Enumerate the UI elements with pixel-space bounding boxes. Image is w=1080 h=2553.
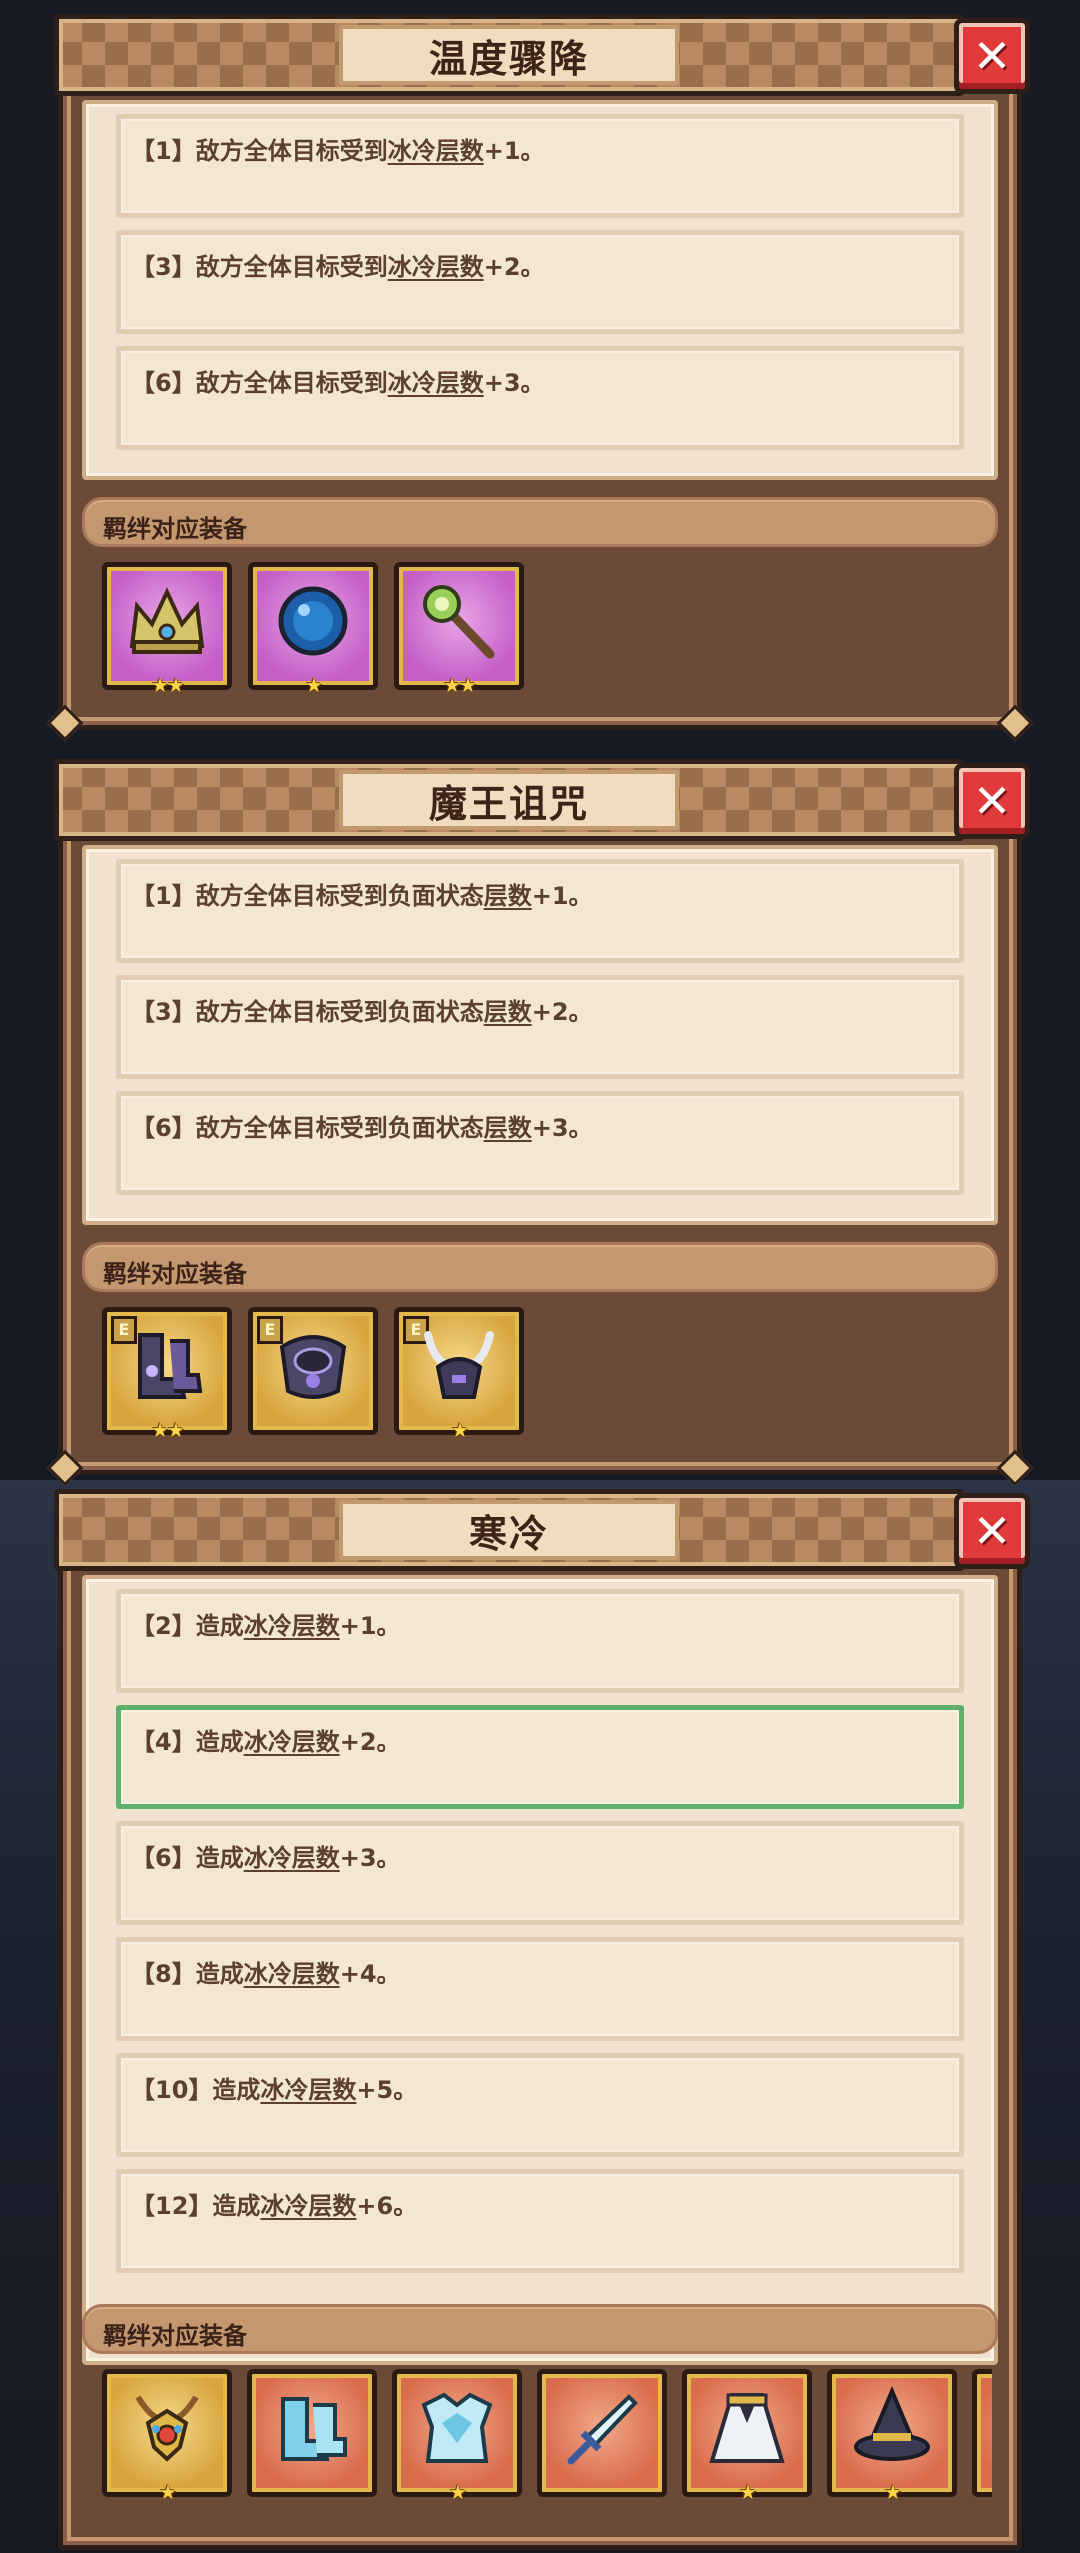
effect-text: 【8】造成冰冷层数+4。 [131, 1960, 401, 1988]
star-rating: ★ [739, 2480, 757, 2504]
effect-text: 【2】造成冰冷层数+1。 [131, 1612, 401, 1640]
effect-entry-active[interactable]: 【4】造成冰冷层数+2。 [116, 1705, 964, 1809]
bond-panel-3: 寒冷 ✕ 【2】造成冰冷层数+1。 【4】造成冰冷层数+2。 【6】造成冰冷层数… [54, 1475, 1030, 2550]
effect-entry[interactable]: 【10】造成冰冷层数+5。 [116, 2053, 964, 2157]
equipment-header: 羁绊对应装备 [82, 2304, 998, 2354]
bond-panel-1: 温度骤降 ✕ 【1】敌方全体目标受到冰冷层数+1。 【3】敌方全体目标受到冰冷层… [46, 0, 1034, 742]
star-rating: ★★ [151, 1418, 185, 1442]
boots-icon [138, 1333, 203, 1400]
equipment-slot[interactable]: ★ [102, 2369, 232, 2504]
star-rating: ★★ [443, 673, 477, 697]
effect-entry[interactable]: 【12】造成冰冷层数+6。 [116, 2169, 964, 2273]
equipment-slot-partial[interactable] [972, 2369, 992, 2497]
equipment-label: 羁绊对应装备 [103, 515, 247, 543]
close-icon: ✕ [972, 774, 1012, 828]
equipment-row: ★ ★ ★ ★ [88, 2355, 992, 2546]
equipment-slot[interactable]: E ★ [394, 1307, 524, 1442]
equipment-header: 羁绊对应装备 [82, 497, 998, 547]
effect-text: 【4】造成冰冷层数+2。 [131, 1728, 401, 1756]
star-rating: ★ [451, 1418, 469, 1442]
equipment-slot[interactable] [537, 2369, 667, 2497]
equipment-label: 羁绊对应装备 [103, 2322, 247, 2350]
effect-text: 【10】造成冰冷层数+5。 [131, 2076, 418, 2104]
scepter-icon [423, 585, 495, 659]
effect-entry[interactable]: 【1】敌方全体目标受到负面状态层数+1。 [116, 859, 964, 963]
star-rating: ★★ [151, 673, 185, 697]
effect-entry[interactable]: 【8】造成冰冷层数+4。 [116, 1937, 964, 2041]
effect-text: 【6】敌方全体目标受到负面状态层数+3。 [131, 1114, 593, 1142]
effect-list: 【1】敌方全体目标受到负面状态层数+1。 【3】敌方全体目标受到负面状态层数+2… [82, 845, 998, 1225]
crown-icon [129, 587, 205, 655]
bond-panel-2: 魔王诅咒 ✕ 【1】敌方全体目标受到负面状态层数+1。 【3】敌方全体目标受到负… [46, 745, 1034, 1487]
star-rating: ★ [305, 673, 323, 697]
effect-list: 【2】造成冰冷层数+1。 【4】造成冰冷层数+2。 【6】造成冰冷层数+3。 【… [82, 1575, 998, 2365]
star-rating: ★ [884, 2480, 902, 2504]
effect-text: 【12】造成冰冷层数+6。 [131, 2192, 418, 2220]
star-rating: ★ [449, 2480, 467, 2504]
effect-entry[interactable]: 【1】敌方全体目标受到冰冷层数+1。 [116, 114, 964, 218]
orb-icon [278, 586, 348, 656]
panel-title: 魔王诅咒 [428, 781, 589, 826]
equipment-slot[interactable]: E [248, 1307, 378, 1435]
close-button[interactable]: ✕ [954, 18, 1030, 94]
effect-entry[interactable]: 【6】敌方全体目标受到冰冷层数+3。 [116, 346, 964, 450]
helmet-icon [424, 1331, 494, 1400]
effect-entry[interactable]: 【3】敌方全体目标受到负面状态层数+2。 [116, 975, 964, 1079]
equipment-slot[interactable]: ★★ [394, 562, 524, 697]
title-bar: 温度骤降 [54, 14, 964, 96]
armor-icon [279, 1335, 347, 1400]
effect-list: 【1】敌方全体目标受到冰冷层数+1。 【3】敌方全体目标受到冰冷层数+2。 【6… [82, 100, 998, 480]
close-button[interactable]: ✕ [954, 763, 1030, 839]
close-icon: ✕ [972, 1504, 1012, 1558]
equipment-slot[interactable]: ★ [682, 2369, 812, 2504]
effect-entry[interactable]: 【6】造成冰冷层数+3。 [116, 1821, 964, 1925]
equipment-slot[interactable] [247, 2369, 377, 2497]
effect-text: 【3】敌方全体目标受到负面状态层数+2。 [131, 998, 593, 1026]
amulet-icon [135, 2395, 199, 2462]
equipment-slot[interactable]: ★ [248, 562, 378, 697]
effect-text: 【6】敌方全体目标受到冰冷层数+3。 [131, 369, 545, 397]
wizard-hat-icon [854, 2386, 930, 2462]
equipment-slot[interactable]: ★★ [102, 562, 232, 697]
close-icon: ✕ [972, 29, 1012, 83]
equipment-header: 羁绊对应装备 [82, 1242, 998, 1292]
equipment-label: 羁绊对应装备 [103, 1260, 247, 1288]
title-plate: 魔王诅咒 [339, 770, 679, 830]
effect-text: 【1】敌方全体目标受到负面状态层数+1。 [131, 882, 593, 910]
equipment-slot[interactable]: E ★★ [102, 1307, 232, 1442]
effect-text: 【6】造成冰冷层数+3。 [131, 1844, 401, 1872]
close-button[interactable]: ✕ [954, 1493, 1030, 1569]
effect-text: 【3】敌方全体目标受到冰冷层数+2。 [131, 253, 545, 281]
title-plate: 寒冷 [339, 1500, 679, 1560]
effect-entry[interactable]: 【6】敌方全体目标受到负面状态层数+3。 [116, 1091, 964, 1195]
title-bar: 寒冷 [54, 1489, 964, 1571]
effect-entry[interactable]: 【2】造成冰冷层数+1。 [116, 1589, 964, 1693]
equipment-slot[interactable]: ★ [392, 2369, 522, 2504]
star-rating: ★ [159, 2480, 177, 2504]
panel-title: 寒冷 [468, 1511, 549, 1556]
title-plate: 温度骤降 [339, 25, 679, 85]
cloak-icon [709, 2393, 785, 2464]
ice-sword-icon [567, 2394, 638, 2465]
ice-boots-icon [281, 2397, 347, 2462]
title-bar: 魔王诅咒 [54, 759, 964, 841]
ice-armor-icon [421, 2392, 493, 2464]
effect-text: 【1】敌方全体目标受到冰冷层数+1。 [131, 137, 545, 165]
effect-entry[interactable]: 【3】敌方全体目标受到冰冷层数+2。 [116, 230, 964, 334]
panel-title: 温度骤降 [428, 36, 589, 81]
equipment-slot[interactable]: ★ [827, 2369, 957, 2504]
